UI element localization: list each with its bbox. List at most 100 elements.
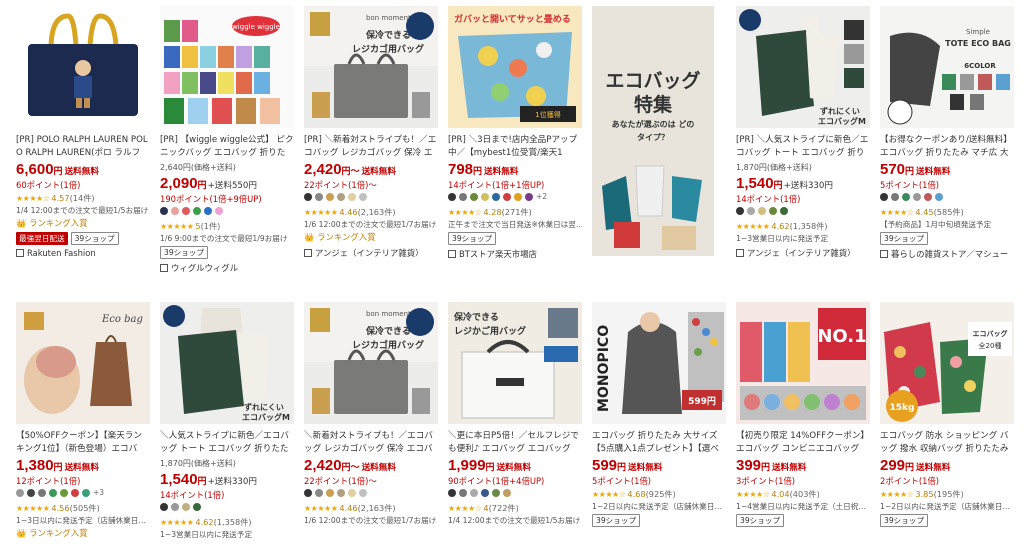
product-card[interactable]: ずれにくい エコバッグM ＼人気ストライプに新色／エコバッグ トート エコバッグ… — [160, 302, 294, 540]
product-title[interactable]: ＼新着対ストライプも！／エコバッグ レジカゴバッグ 保冷 エコバッ… — [304, 430, 438, 455]
color-swatch[interactable] — [359, 488, 367, 497]
color-swatch[interactable] — [492, 192, 500, 201]
color-swatch[interactable] — [337, 488, 345, 497]
product-title[interactable]: [PR] POLO RALPH LAUREN POLO RALPH LAUREN… — [16, 134, 150, 159]
feature-banner[interactable]: エコバッグ 特集 あなたが選ぶのは どのタイプ？ — [592, 6, 726, 262]
color-swatch[interactable] — [171, 206, 179, 215]
color-swatch[interactable] — [503, 192, 511, 201]
color-swatch[interactable] — [193, 502, 201, 511]
color-swatch[interactable] — [747, 206, 755, 215]
rating[interactable]: ★★★★☆ 4.28(271件) — [448, 206, 582, 218]
color-swatch[interactable] — [215, 206, 223, 215]
color-swatch[interactable] — [492, 488, 500, 497]
banner-image[interactable]: エコバッグ 特集 あなたが選ぶのは どのタイプ？ — [592, 6, 714, 256]
color-swatch[interactable] — [348, 488, 356, 497]
color-swatch[interactable] — [193, 206, 201, 215]
product-image[interactable]: bon moment 保冷できる レジカゴ用バッグ — [304, 6, 438, 128]
color-swatch[interactable] — [514, 192, 522, 201]
color-swatch[interactable] — [913, 192, 921, 201]
color-swatch[interactable] — [315, 192, 323, 201]
color-swatch[interactable] — [182, 502, 190, 511]
color-swatches[interactable] — [448, 488, 582, 501]
color-swatch[interactable] — [769, 206, 777, 215]
rating[interactable]: ★★★★★ 4.62(1,358件) — [736, 220, 870, 232]
product-image[interactable]: bon moment 保冷できる レジカゴ用バッグ — [304, 302, 438, 424]
product-card[interactable]: wiggle wiggle [PR] 【wiggle wiggle公式】 ピクニ… — [160, 6, 294, 274]
color-swatch[interactable] — [470, 192, 478, 201]
product-card[interactable]: bon moment 保冷できる レジカゴ用バッグ [PR] ＼新着対ストライプ… — [304, 6, 438, 259]
color-swatch[interactable] — [503, 488, 511, 497]
product-image[interactable]: Simple TOTE ECO BAG 6COLOR — [880, 6, 1014, 128]
rating[interactable]: ★★★★☆ 4.04(403件) — [736, 488, 870, 500]
color-swatches[interactable] — [304, 488, 438, 501]
color-swatch[interactable] — [448, 192, 456, 201]
color-swatches[interactable] — [160, 502, 294, 515]
color-swatch[interactable] — [49, 488, 57, 497]
shop-name[interactable]: 暮らしの雑貨ストア／マシュー — [880, 248, 1014, 260]
color-swatch[interactable] — [891, 192, 899, 201]
color-swatch[interactable] — [27, 488, 35, 497]
product-image[interactable]: ずれにくい エコバッグM — [736, 6, 870, 128]
color-swatch[interactable] — [60, 488, 68, 497]
color-swatch[interactable] — [38, 488, 46, 497]
product-title[interactable]: 【お得なクーポンあり/送料無料】 エコバッグ 折りたたみ マチ広 大容… — [880, 134, 1014, 159]
rating[interactable]: ★★★★★ 4.56(505件) — [16, 502, 150, 514]
product-card[interactable]: [PR] POLO RALPH LAUREN POLO RALPH LAUREN… — [16, 6, 150, 260]
color-swatch[interactable] — [902, 192, 910, 201]
product-card[interactable]: 保冷できる レジかご用バッグ ＼更に本日P5倍！／セルフレジでも便利♪ エコバッ… — [448, 302, 582, 526]
rating[interactable]: ★★★★☆ 4.68(925件) — [592, 488, 726, 500]
color-swatch[interactable] — [326, 488, 334, 497]
color-swatch[interactable] — [337, 192, 345, 201]
rating[interactable]: ★★★★★ 4.46(2,163件) — [304, 206, 438, 218]
product-image[interactable]: wiggle wiggle — [160, 6, 294, 128]
product-card[interactable]: bon moment 保冷できる レジカゴ用バッグ ＼新着対ストライプも！／エコ… — [304, 302, 438, 526]
product-title[interactable]: [PR] 【wiggle wiggle公式】 ピクニックバッグ エコバッグ 折り… — [160, 134, 294, 159]
shop-name[interactable]: BTストア楽天市場店 — [448, 248, 582, 260]
rating[interactable]: ★★★★☆ 4(722件) — [448, 502, 582, 514]
product-title[interactable]: エコバッグ 折りたたみ 大サイズ【5点購入1点プレゼント】【選べる1… — [592, 430, 726, 455]
product-title[interactable]: ＼人気ストライプに新色／エコバッグ トート エコバッグ 折りたたみ… — [160, 430, 294, 455]
product-image[interactable]: エコバッグ 全20種 15kg — [880, 302, 1014, 424]
color-swatch[interactable] — [880, 192, 888, 201]
shop-name[interactable]: アンジェ（インテリア雑貨） — [736, 247, 870, 259]
color-swatch[interactable] — [160, 206, 168, 215]
product-image[interactable]: 保冷できる レジかご用バッグ — [448, 302, 582, 424]
product-card[interactable]: Eco bag 【50%OFFクーポン】【楽天ランキング1位】（新色登場）エコバ… — [16, 302, 150, 540]
color-swatch[interactable] — [758, 206, 766, 215]
product-card[interactable]: Simple TOTE ECO BAG 6COLOR 【お得なクーポンあり/送料… — [880, 6, 1014, 260]
color-swatch[interactable] — [348, 192, 356, 201]
rating[interactable]: ★★★★☆ 4.45(585件) — [880, 206, 1014, 218]
color-swatch[interactable] — [935, 192, 943, 201]
product-image[interactable]: ガバッと開いてサッと畳める 1位獲得 — [448, 6, 582, 128]
rating[interactable]: ★★★★☆ 3.85(195件) — [880, 488, 1014, 500]
color-swatch[interactable] — [16, 488, 24, 497]
rating[interactable]: ★★★★★ 4.46(2,163件) — [304, 502, 438, 514]
product-title[interactable]: エコバッグ 防水 ショッピング バッグ 撥水 収納バッグ 折りたたみ パ… — [880, 430, 1014, 455]
color-swatch[interactable] — [481, 192, 489, 201]
color-swatch[interactable] — [82, 488, 90, 497]
color-swatch[interactable] — [448, 488, 456, 497]
product-title[interactable]: 【初売り限定 14%OFFクーポン】エコバッグ コンビニエコバッグ コ… — [736, 430, 870, 455]
rating[interactable]: ★★★★★ 4.62(1,358件) — [160, 516, 294, 528]
color-swatches[interactable] — [160, 206, 294, 219]
color-swatch[interactable] — [304, 488, 312, 497]
color-swatch[interactable] — [736, 206, 744, 215]
color-swatch[interactable] — [525, 192, 533, 201]
product-card[interactable]: エコバッグ 全20種 15kg エコバッグ 防水 ショッピング バッグ 撥水 収… — [880, 302, 1014, 527]
color-swatches[interactable]: +2 — [448, 192, 582, 205]
color-swatch[interactable] — [459, 488, 467, 497]
rating[interactable]: ★★★★☆ 4.57(14件) — [16, 192, 150, 204]
product-title[interactable]: [PR] ＼新着対ストライプも！／エコバッグ レジカゴバッグ 保冷 エコ… — [304, 134, 438, 159]
product-image[interactable]: ずれにくい エコバッグM — [160, 302, 294, 424]
product-image[interactable]: NO.1 — [736, 302, 870, 424]
color-swatch[interactable] — [204, 206, 212, 215]
product-title[interactable]: ＼更に本日P5倍！／セルフレジでも便利♪ エコバッグ エコバッグ 折… — [448, 430, 582, 455]
product-card[interactable]: NO.1 【初売り限定 14%OFFクーポン】エコバッグ コンビニエコバッグ コ… — [736, 302, 870, 527]
color-swatch[interactable] — [459, 192, 467, 201]
color-swatch[interactable] — [160, 502, 168, 511]
product-card[interactable]: ガバッと開いてサッと畳める 1位獲得 [PR] ＼3日まで!店内全品Pアップ中／… — [448, 6, 582, 260]
product-card[interactable]: MONOPICO 599円 エコバッグ 折りたたみ 大サイズ【5点購入1点プレゼ… — [592, 302, 726, 527]
product-title[interactable]: [PR] ＼人気ストライプに新色／エコバッグ トート エコバッグ 折りたた… — [736, 134, 870, 159]
color-swatch[interactable] — [780, 206, 788, 215]
product-image[interactable] — [16, 6, 150, 128]
